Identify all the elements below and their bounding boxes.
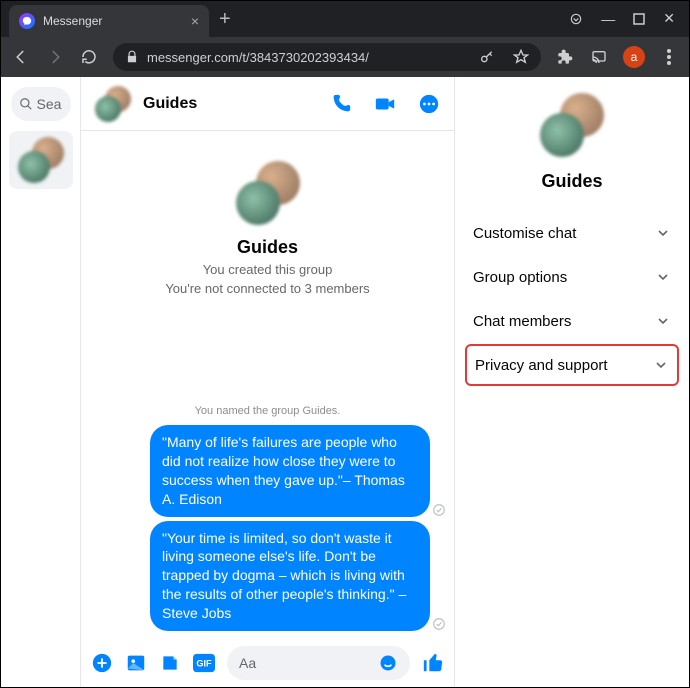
details-panel: Guides Customise chat Group options Chat… [455, 77, 689, 687]
close-window-icon[interactable]: ✕ [663, 10, 675, 27]
chat-title: Guides [143, 95, 197, 113]
sent-message[interactable]: "Your time is limited, so don't waste it… [150, 521, 430, 631]
new-tab-button[interactable]: + [219, 8, 231, 31]
back-icon[interactable] [11, 47, 31, 67]
sent-status-icon [432, 503, 446, 517]
intro-avatar [236, 161, 300, 225]
search-placeholder: Sea [37, 96, 62, 112]
titlebar: Messenger × + — ✕ [1, 1, 689, 37]
url-bar[interactable]: messenger.com/t/3843730202393434/ [113, 43, 541, 71]
intro-title: Guides [237, 237, 298, 258]
call-icon[interactable] [330, 93, 352, 115]
sidebar: Sea [1, 77, 81, 687]
section-chat-members[interactable]: Chat members [465, 300, 679, 342]
panel-title: Guides [541, 171, 602, 192]
section-customise-chat[interactable]: Customise chat [465, 212, 679, 254]
chat-pane: Guides Guides You created this group You… [81, 77, 455, 687]
section-group-options[interactable]: Group options [465, 256, 679, 298]
chevron-down-icon [653, 357, 669, 373]
like-icon[interactable] [422, 652, 444, 674]
panel-sections: Customise chat Group options Chat member… [465, 212, 679, 386]
tab-title: Messenger [43, 14, 102, 28]
chat-header: Guides [81, 77, 454, 131]
lock-icon [125, 50, 139, 64]
window-controls: — ✕ [569, 10, 689, 37]
photo-icon[interactable] [125, 652, 147, 674]
info-icon[interactable] [418, 93, 440, 115]
key-icon[interactable] [479, 49, 495, 65]
forward-icon[interactable] [45, 47, 65, 67]
svg-text:GIF: GIF [196, 659, 212, 669]
keydown-icon[interactable] [569, 12, 583, 26]
group-avatar [18, 137, 64, 183]
sent-message[interactable]: "Many of life's failures are people who … [150, 425, 430, 517]
sticker-icon[interactable] [159, 652, 181, 674]
reload-icon[interactable] [79, 47, 99, 67]
menu-icon[interactable] [659, 47, 679, 67]
close-tab-icon[interactable]: × [191, 13, 199, 29]
panel-avatar [540, 93, 604, 157]
created-line: You created this group [203, 262, 333, 277]
chat-body: Guides You created this group You're not… [81, 131, 454, 639]
cast-icon[interactable] [589, 47, 609, 67]
search-input[interactable]: Sea [11, 87, 71, 121]
message-row: "Many of life's failures are people who … [91, 425, 444, 519]
chevron-down-icon [655, 313, 671, 329]
named-group-line: You named the group Guides. [195, 405, 341, 417]
message-row: "Your time is limited, so don't waste it… [91, 521, 444, 633]
star-icon[interactable] [513, 49, 529, 65]
conversation-item[interactable] [9, 131, 73, 189]
chevron-down-icon [655, 269, 671, 285]
message-placeholder: Aa [239, 655, 256, 671]
plus-icon[interactable] [91, 652, 113, 674]
browser-window: Messenger × + — ✕ messenger.com/t/384373… [0, 0, 690, 688]
not-connected-line: You're not connected to 3 members [165, 281, 369, 296]
section-privacy-and-support[interactable]: Privacy and support [465, 344, 679, 386]
browser-tab[interactable]: Messenger × [9, 5, 209, 37]
header-avatar [95, 86, 131, 122]
video-icon[interactable] [374, 93, 396, 115]
composer: GIF Aa [81, 639, 454, 687]
browser-toolbar: messenger.com/t/3843730202393434/ a [1, 37, 689, 77]
sent-status-icon [432, 617, 446, 631]
messenger-app: Sea Guides Guides You created this group [1, 77, 689, 687]
search-icon [19, 97, 33, 111]
maximize-icon[interactable] [633, 13, 645, 25]
url-text: messenger.com/t/3843730202393434/ [147, 50, 369, 65]
messenger-favicon [19, 13, 35, 29]
minimize-icon[interactable]: — [601, 11, 615, 27]
profile-avatar-button[interactable]: a [623, 46, 645, 68]
gif-icon[interactable]: GIF [193, 652, 215, 674]
emoji-icon[interactable] [378, 653, 398, 673]
chevron-down-icon [655, 225, 671, 241]
extensions-icon[interactable] [555, 47, 575, 67]
message-input[interactable]: Aa [227, 646, 410, 680]
